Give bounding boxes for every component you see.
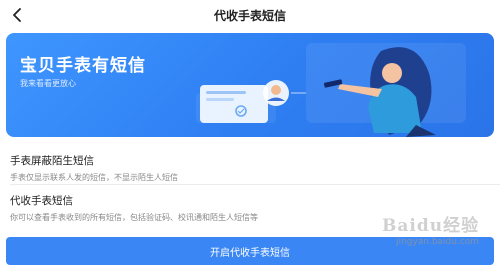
avatar-icon — [263, 80, 289, 106]
page-title: 代收手表短信 — [213, 9, 286, 23]
divider — [10, 184, 500, 185]
enable-collect-sms-button[interactable]: 开启代收手表短信 — [6, 237, 494, 265]
banner-subtitle: 我来看看更放心 — [20, 79, 76, 88]
setting-title: 手表屏蔽陌生短信 — [10, 155, 94, 167]
message-card-icon — [200, 85, 268, 123]
setting-title: 代收手表短信 — [10, 195, 73, 207]
promo-banner: 宝贝手表有短信 我来看看更放心 — [6, 33, 494, 137]
banner-title: 宝贝手表有短信 — [20, 56, 146, 76]
setting-description: 你可以查看手表收到的所有短信，包括验证码、校讯通和陌生人短信等 — [10, 213, 258, 222]
setting-description: 手表仅显示联系人发的短信，不显示陌生人短信 — [10, 173, 178, 182]
navigation-bar: 代收手表短信 — [0, 0, 500, 30]
banner-illustration — [196, 43, 466, 137]
setting-block-collect-sms[interactable]: 代收手表短信 你可以查看手表收到的所有短信，包括验证码、校讯通和陌生人短信等 — [10, 193, 490, 223]
setting-block-mask-stranger[interactable]: 手表屏蔽陌生短信 手表仅显示联系人发的短信，不显示陌生人短信 — [10, 153, 490, 183]
